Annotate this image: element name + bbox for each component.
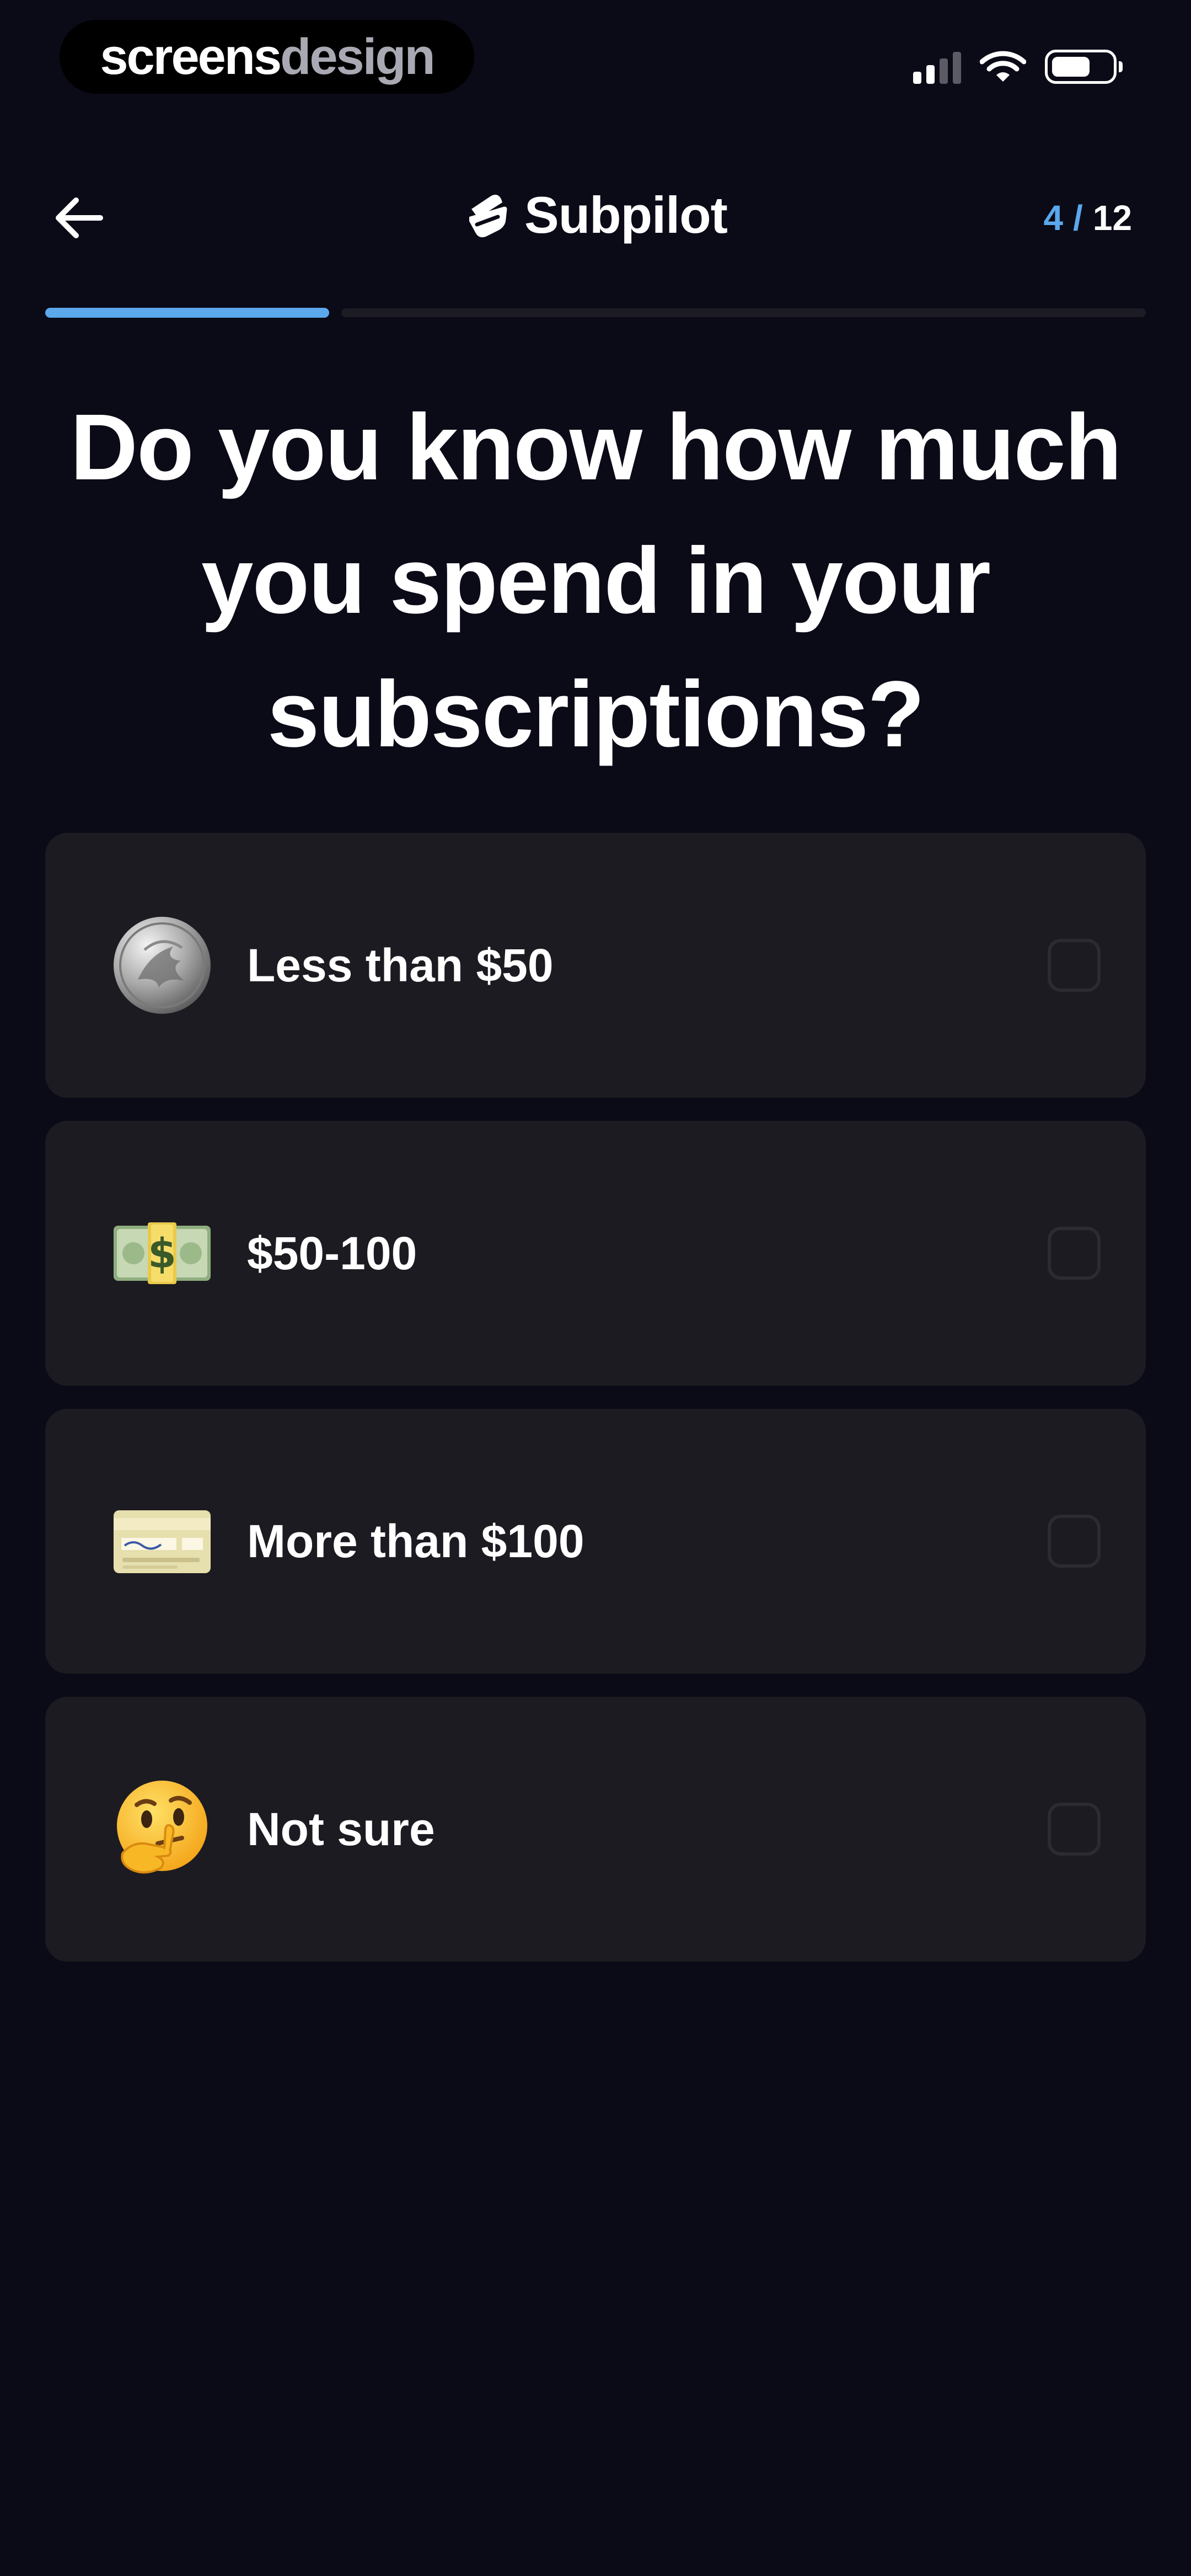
- question-title: Do you know how much you spend in your s…: [33, 381, 1158, 781]
- app-title: Subpilot: [524, 186, 728, 244]
- screensdesign-watermark: screens design: [60, 20, 474, 94]
- option-label: Less than $50: [247, 939, 554, 991]
- option-label: More than $100: [247, 1515, 584, 1567]
- watermark-text-screens: screens: [100, 28, 282, 85]
- svg-text:$: $: [148, 1230, 176, 1278]
- option-checkbox[interactable]: [1048, 939, 1101, 992]
- progress-remaining: [341, 308, 1146, 317]
- dollar-banknote-icon: $: [111, 1203, 213, 1304]
- signal-icon: [913, 50, 961, 84]
- progress-filled: [45, 308, 329, 318]
- option-checkbox[interactable]: [1048, 1515, 1101, 1568]
- onboarding-progress-bar: [45, 308, 1146, 318]
- option-more-than-100[interactable]: More than $100: [45, 1409, 1146, 1674]
- step-total: 12: [1092, 198, 1132, 238]
- option-label: Not sure: [247, 1803, 435, 1855]
- credit-card-icon: [111, 1490, 213, 1592]
- coin-icon: [111, 915, 213, 1016]
- status-icons: [913, 47, 1123, 86]
- option-less-than-50[interactable]: Less than $50: [45, 833, 1146, 1098]
- step-counter: 4 / 12: [1043, 193, 1132, 243]
- answer-options: Less than $50 $ $50-100 More than $100 N…: [45, 833, 1146, 1962]
- question-line-2: you spend in your: [201, 528, 991, 633]
- wifi-icon: [980, 51, 1026, 82]
- subpilot-logo-icon: [469, 195, 507, 238]
- option-checkbox[interactable]: [1048, 1227, 1101, 1280]
- step-separator: /: [1073, 198, 1083, 238]
- question-line-3: subscriptions?: [267, 662, 925, 767]
- battery-icon: [1045, 50, 1123, 84]
- thinking-face-icon: [111, 1778, 213, 1880]
- watermark-text-design: design: [280, 28, 435, 85]
- option-label: $50-100: [247, 1227, 417, 1279]
- option-50-100[interactable]: $ $50-100: [45, 1121, 1146, 1386]
- option-not-sure[interactable]: Not sure: [45, 1697, 1146, 1962]
- step-current: 4: [1043, 198, 1064, 238]
- option-checkbox[interactable]: [1048, 1803, 1101, 1856]
- question-line-1: Do you know how much: [70, 395, 1122, 500]
- app-brand: Subpilot: [0, 185, 1191, 245]
